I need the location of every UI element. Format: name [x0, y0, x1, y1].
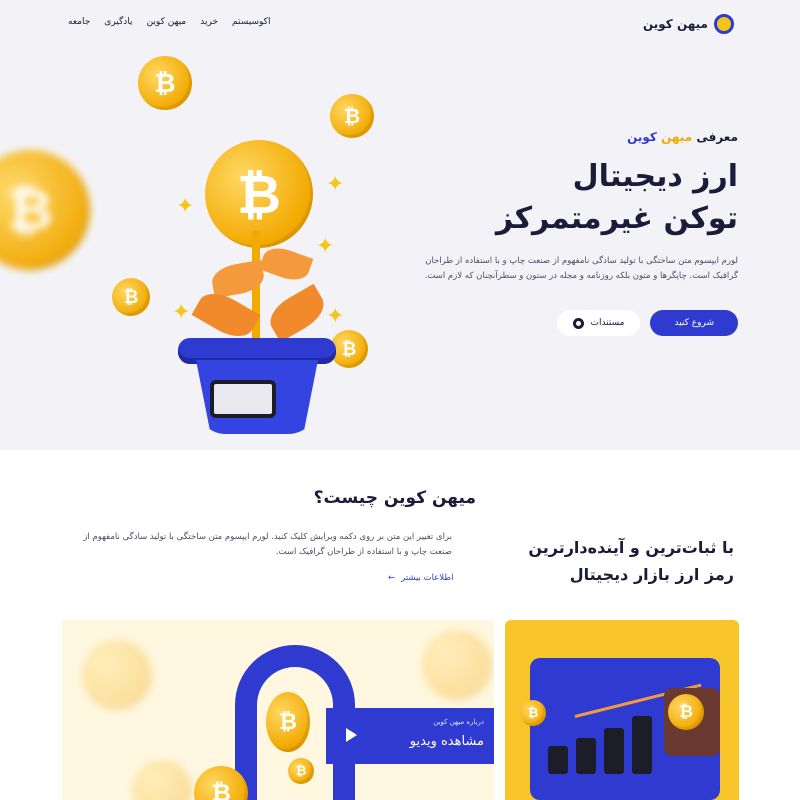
- coin-illustration: [82, 640, 152, 710]
- video-small-label: درباره میهن کوین: [433, 718, 484, 726]
- plant-leaf: [258, 242, 314, 286]
- plant-stem: [252, 230, 260, 350]
- plant-pot: [178, 338, 336, 438]
- coin-illustration: ₿: [520, 700, 546, 726]
- bar-illustration: [576, 738, 596, 774]
- menu-item-community[interactable]: جامعه: [68, 17, 90, 27]
- pot-window: [210, 380, 276, 418]
- get-started-button[interactable]: شروع کنید: [650, 310, 738, 336]
- documentation-button[interactable]: مستندات: [557, 310, 641, 336]
- hero-section: ₿ ₿ ₿ ₿ ₿ ₿ ✦ ✦ ✦ ✦ ✦ معرفی میهن کوین ار…: [0, 50, 800, 450]
- main-menu: اکوسیستم خرید میهن کوین یادگیری جامعه: [68, 17, 270, 27]
- intro-brand-b: کوین: [627, 130, 657, 144]
- video-big-label: مشاهده ویدیو: [409, 734, 484, 749]
- bar-illustration: [632, 716, 652, 774]
- hero-copy: معرفی میهن کوین ارز دیجیتال توکن غیرمتمر…: [408, 130, 738, 336]
- menu-item-buy[interactable]: خرید: [200, 17, 218, 27]
- intro-brand-a: میهن: [661, 130, 693, 144]
- hero-description: لورم ایپسوم متن ساختگی با تولید سادگی نا…: [424, 256, 738, 281]
- documentation-label: مستندات: [590, 318, 625, 328]
- learn-more-label: اطلاعات بیشتر: [401, 573, 454, 583]
- section-heading: با ثبات‌ترین و آینده‌دارترین رمز ارز باز…: [514, 534, 734, 588]
- hero-title: ارز دیجیتال توکن غیرمتمرکز: [408, 156, 738, 240]
- section-description: برای تغییر این متن بر روی دکمه ویرایش کل…: [83, 532, 452, 557]
- coin-illustration: ₿: [138, 56, 192, 110]
- learn-more-link[interactable]: اطلاعات بیشتر ←: [388, 573, 453, 583]
- hero-buttons: شروع کنید مستندات: [408, 310, 738, 336]
- sparkle-icon: ✦: [326, 304, 345, 329]
- arrow-left-icon: ←: [388, 573, 396, 583]
- hero-title-line1: ارز دیجیتال: [572, 159, 738, 194]
- coin-illustration: ₿: [668, 694, 704, 730]
- hero-intro: معرفی میهن کوین: [408, 130, 738, 144]
- section-heading-line2: رمز ارز بازار دیجیتال: [569, 565, 734, 584]
- logo-text: میهن کوین: [642, 17, 708, 31]
- coin-illustration: ₿: [0, 150, 90, 270]
- sparkle-icon: ✦: [326, 172, 345, 197]
- intro-prefix: معرفی: [696, 130, 738, 144]
- top-navbar: میهن کوین اکوسیستم خرید میهن کوین یادگیر…: [0, 0, 800, 50]
- coin-illustration: [132, 760, 192, 800]
- sparkle-icon: ✦: [176, 194, 195, 219]
- github-icon: [573, 317, 585, 329]
- coin-illustration: ₿: [288, 758, 314, 784]
- site-logo[interactable]: میهن کوین: [643, 14, 734, 34]
- hero-title-line2: توکن غیرمتمرکز: [495, 201, 738, 236]
- play-icon[interactable]: [346, 728, 357, 742]
- coin-illustration: ₿: [266, 692, 310, 752]
- section-heading-line1: با ثبات‌ترین و آینده‌دارترین: [528, 538, 734, 557]
- plant-leaf: [263, 283, 331, 343]
- video-box[interactable]: درباره میهن کوین مشاهده ویدیو: [326, 708, 494, 764]
- coin-illustration: [422, 630, 492, 700]
- section-title: میهن کوین چیست؟: [313, 488, 476, 508]
- sparkle-icon: ✦: [316, 234, 335, 259]
- sparkle-icon: ✦: [172, 300, 191, 325]
- logo-icon: [714, 14, 734, 34]
- coin-illustration: ₿: [112, 278, 150, 316]
- menu-item-mihancoin[interactable]: میهن کوین: [147, 17, 187, 27]
- coin-illustration: ₿: [330, 94, 374, 138]
- menu-item-ecosystem[interactable]: اکوسیستم: [232, 17, 270, 27]
- menu-item-learning[interactable]: یادگیری: [104, 17, 132, 27]
- bar-illustration: [548, 746, 568, 774]
- bar-illustration: [604, 728, 624, 774]
